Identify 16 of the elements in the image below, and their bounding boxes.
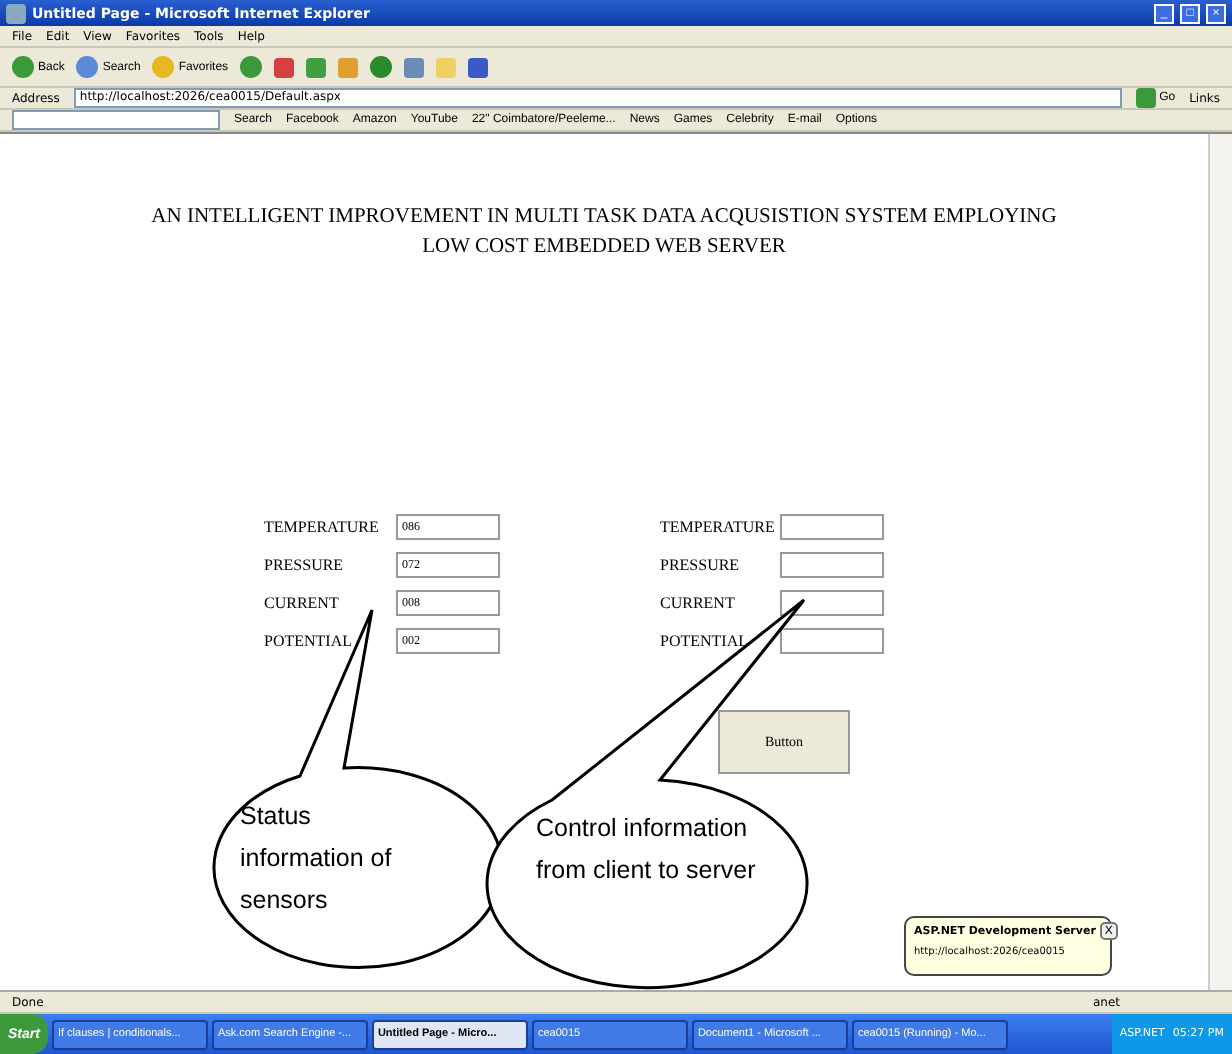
field-label: PRESSURE <box>264 556 346 574</box>
callout-text: Control information from client to server <box>536 812 758 888</box>
scrollbar[interactable] <box>1208 134 1232 990</box>
field-label: POTENTIAL <box>264 632 354 650</box>
text-field[interactable] <box>780 514 884 540</box>
search-field[interactable] <box>12 110 220 130</box>
field-label: CURRENT <box>660 594 737 612</box>
text-field[interactable] <box>780 552 884 578</box>
field-label: POTENTIAL <box>660 632 750 650</box>
field-label: PRESSURE <box>660 556 742 574</box>
text-field[interactable] <box>780 628 884 654</box>
field-label: CURRENT <box>264 594 341 612</box>
text-field[interactable] <box>780 590 884 616</box>
page-heading: AN INTELLIGENT IMPROVEMENT IN MULTI TASK DATA ACQUSISTION SYSTEM EMPLOYING LOW COST EMBEDDED WEB SERVER <box>149 204 1059 262</box>
field-label: TEMPERATURE <box>264 518 381 536</box>
callout-text: Status information of sensors <box>240 800 394 918</box>
